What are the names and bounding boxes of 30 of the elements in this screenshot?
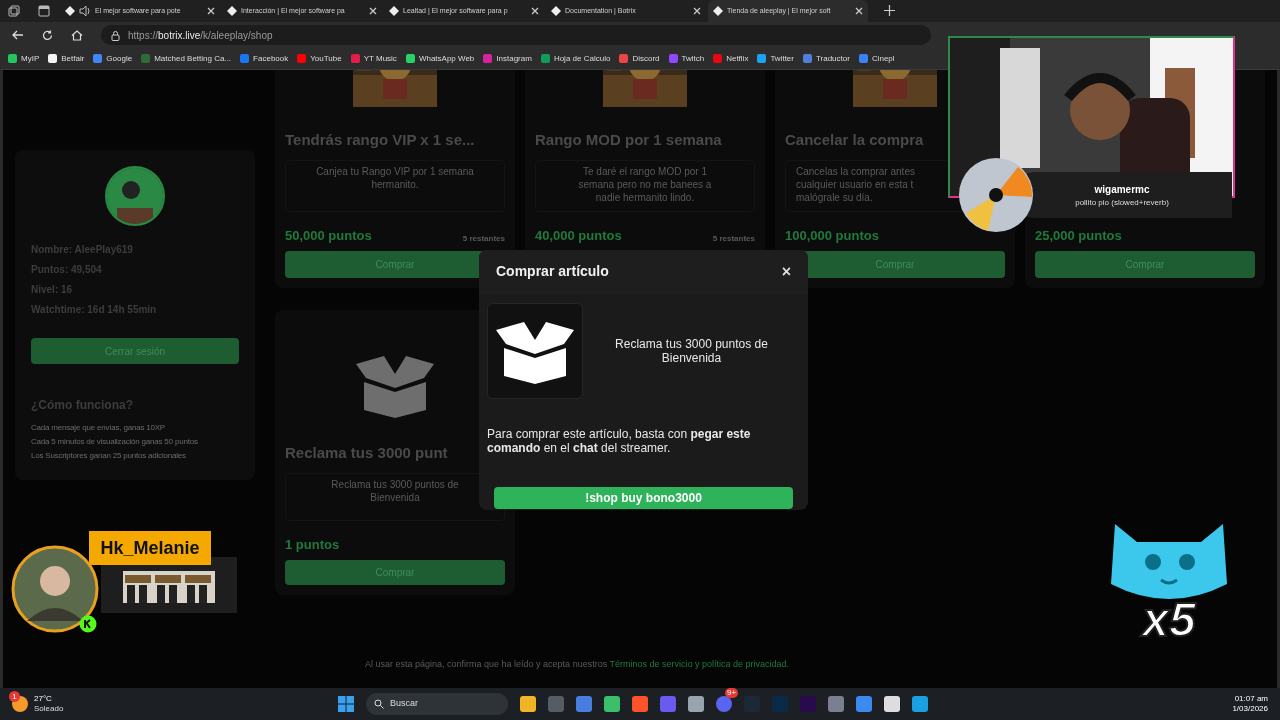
notification-badge: 1 xyxy=(9,691,20,702)
item-price: 100,000 puntos xyxy=(785,226,879,245)
item-title: Cancelar la compra xyxy=(785,130,925,150)
item-price: 50,000 puntos xyxy=(285,226,372,245)
clock-date: 1/03/2026 xyxy=(1232,704,1268,714)
temperature: 27°C xyxy=(34,694,53,704)
item-description: Cancelas la comprar antes cualquier usuario en esta t malógrale su día. xyxy=(796,164,916,204)
item-description: Canjea tu Rango VIP por 1 semana hermanito. xyxy=(315,164,475,191)
item-price: 25,000 puntos xyxy=(1035,226,1122,245)
item-title: Rango MOD por 1 semana xyxy=(535,130,723,150)
weather-condition: Soleado xyxy=(34,704,64,714)
song-title: pollito pio (slowed+reverb) xyxy=(1075,196,1169,209)
item-price: 1 puntos xyxy=(285,535,340,554)
streamer-name: wigamermc xyxy=(1094,182,1150,197)
item-title: Tendrás rango VIP x 1 se... xyxy=(285,130,476,150)
instructions-text: Para comprar este artículo, basta con pegar este comando en el chat del streamer. xyxy=(486,427,752,455)
notification-badge: 9+ xyxy=(725,688,739,698)
help-text: Los Suscriptores ganan 25 puntos adicionales xyxy=(31,450,187,462)
item-description: Te daré el rango MOD por 1 semana pero no me banees a nadie hermanito lindo. xyxy=(577,164,713,204)
stock-count: 5 restantes xyxy=(462,233,505,245)
item-description: Reclama tus 3000 puntos de Bienvenida xyxy=(330,477,460,504)
help-text: Cada 5 minutos de visualización ganas 50 puntos xyxy=(31,436,199,448)
stock-count: 5 restantes xyxy=(712,233,755,245)
item-name: Reclama tus 3000 puntos de Bienvenida xyxy=(614,337,769,365)
combo-count: x5 xyxy=(1142,596,1196,644)
footer-text: Al usar esta página, confirma que ha leído y acepta nuestros Términos de servicio y política de privacidad. xyxy=(365,658,790,671)
item-price: 40,000 puntos xyxy=(535,226,622,245)
clock-time: 01:07 am xyxy=(1234,694,1268,704)
help-text: Cada mensaje que envías, ganas 10XP xyxy=(31,422,166,434)
username-label: Hk_Melanie xyxy=(89,531,211,565)
